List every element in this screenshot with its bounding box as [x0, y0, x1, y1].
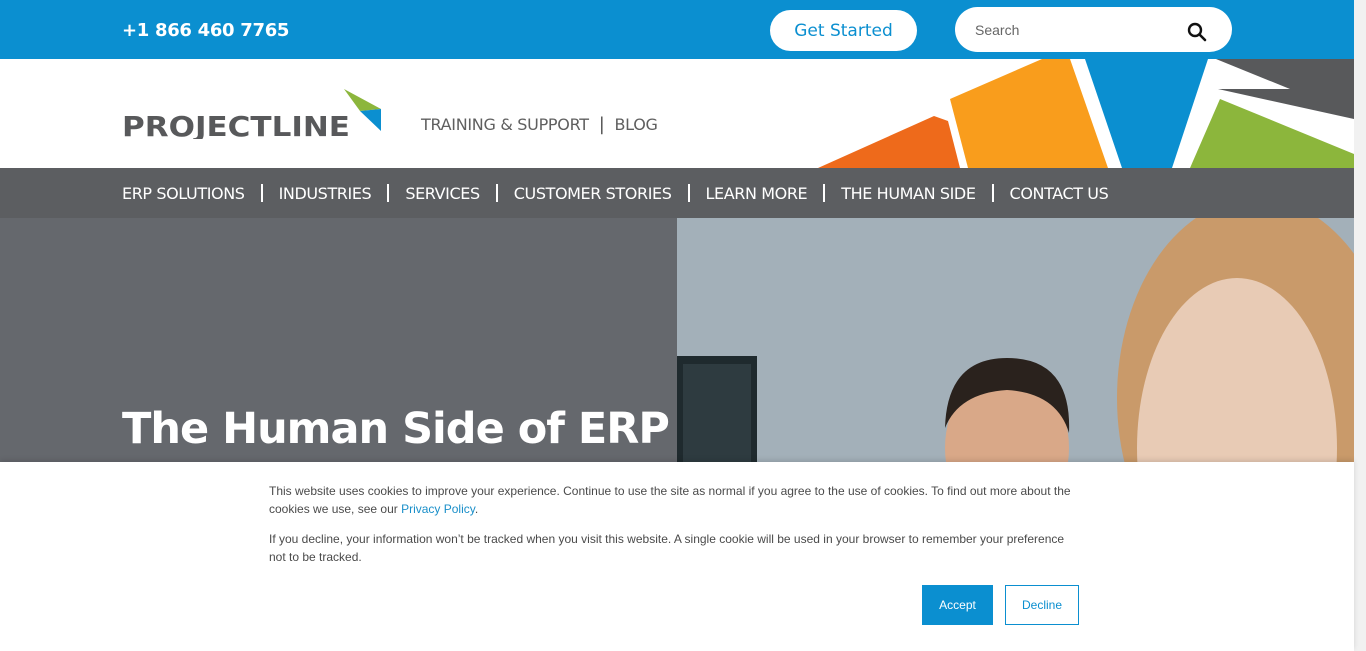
cookie-text-1-body: This website uses cookies to improve you…: [269, 484, 1071, 516]
privacy-policy-link[interactable]: Privacy Policy: [401, 502, 475, 516]
nav-label[interactable]: SERVICES: [405, 184, 480, 203]
main-nav: ERP SOLUTIONS INDUSTRIES SERVICES CUSTOM…: [0, 168, 1354, 218]
nav-item-industries[interactable]: INDUSTRIES: [279, 184, 406, 203]
cookie-text-1-end: .: [474, 502, 479, 516]
nav-separator: [387, 184, 390, 202]
nav-label[interactable]: INDUSTRIES: [279, 184, 372, 203]
decline-button[interactable]: Decline: [1005, 585, 1079, 625]
search-icon[interactable]: [1187, 22, 1207, 42]
nav-separator: [823, 184, 826, 202]
accept-button[interactable]: Accept: [922, 585, 993, 625]
nav-separator: [687, 184, 690, 202]
nav-item-the-human-side[interactable]: THE HUMAN SIDE: [841, 184, 1009, 203]
projectline-logo[interactable]: PROJECTLINE: [122, 89, 384, 139]
search-input[interactable]: [975, 19, 1175, 41]
nav-label[interactable]: THE HUMAN SIDE: [841, 184, 976, 203]
nav-item-services[interactable]: SERVICES: [405, 184, 513, 203]
nav-label[interactable]: LEARN MORE: [706, 184, 808, 203]
phone-number[interactable]: +1 866 460 7765: [122, 20, 289, 41]
nav-item-learn-more[interactable]: LEARN MORE: [706, 184, 842, 203]
utility-separator: |: [598, 114, 605, 135]
nav-label[interactable]: ERP SOLUTIONS: [122, 184, 245, 203]
nav-item-contact-us[interactable]: CONTACT US: [1010, 184, 1109, 203]
utility-nav: TRAINING & SUPPORT | BLOG: [421, 114, 658, 135]
cookie-text-1: This website uses cookies to improve you…: [269, 482, 1084, 518]
nav-item-customer-stories[interactable]: CUSTOMER STORIES: [514, 184, 706, 203]
cookie-text-2: If you decline, your information won’t b…: [269, 532, 1065, 564]
search-box: [955, 7, 1232, 52]
nav-separator: [991, 184, 994, 202]
nav-separator: [495, 184, 498, 202]
cookie-banner: This website uses cookies to improve you…: [0, 462, 1354, 651]
utility-link-training-support[interactable]: TRAINING & SUPPORT: [421, 115, 589, 134]
top-bar: +1 866 460 7765 Get Started: [0, 0, 1354, 59]
nav-item-erp-solutions[interactable]: ERP SOLUTIONS: [122, 184, 279, 203]
get-started-button[interactable]: Get Started: [770, 10, 917, 51]
site-header: PROJECTLINE TRAINING & SUPPORT | BLOG: [0, 59, 1354, 168]
scrollbar[interactable]: [1354, 0, 1366, 651]
nav-label[interactable]: CONTACT US: [1010, 184, 1109, 203]
nav-label[interactable]: CUSTOMER STORIES: [514, 184, 672, 203]
nav-separator: [260, 184, 263, 202]
utility-link-blog[interactable]: BLOG: [614, 115, 657, 134]
logo-text: PROJECTLINE: [122, 110, 350, 139]
hero-title: The Human Side of ERP: [122, 404, 670, 454]
decorative-shapes: [818, 59, 1354, 168]
